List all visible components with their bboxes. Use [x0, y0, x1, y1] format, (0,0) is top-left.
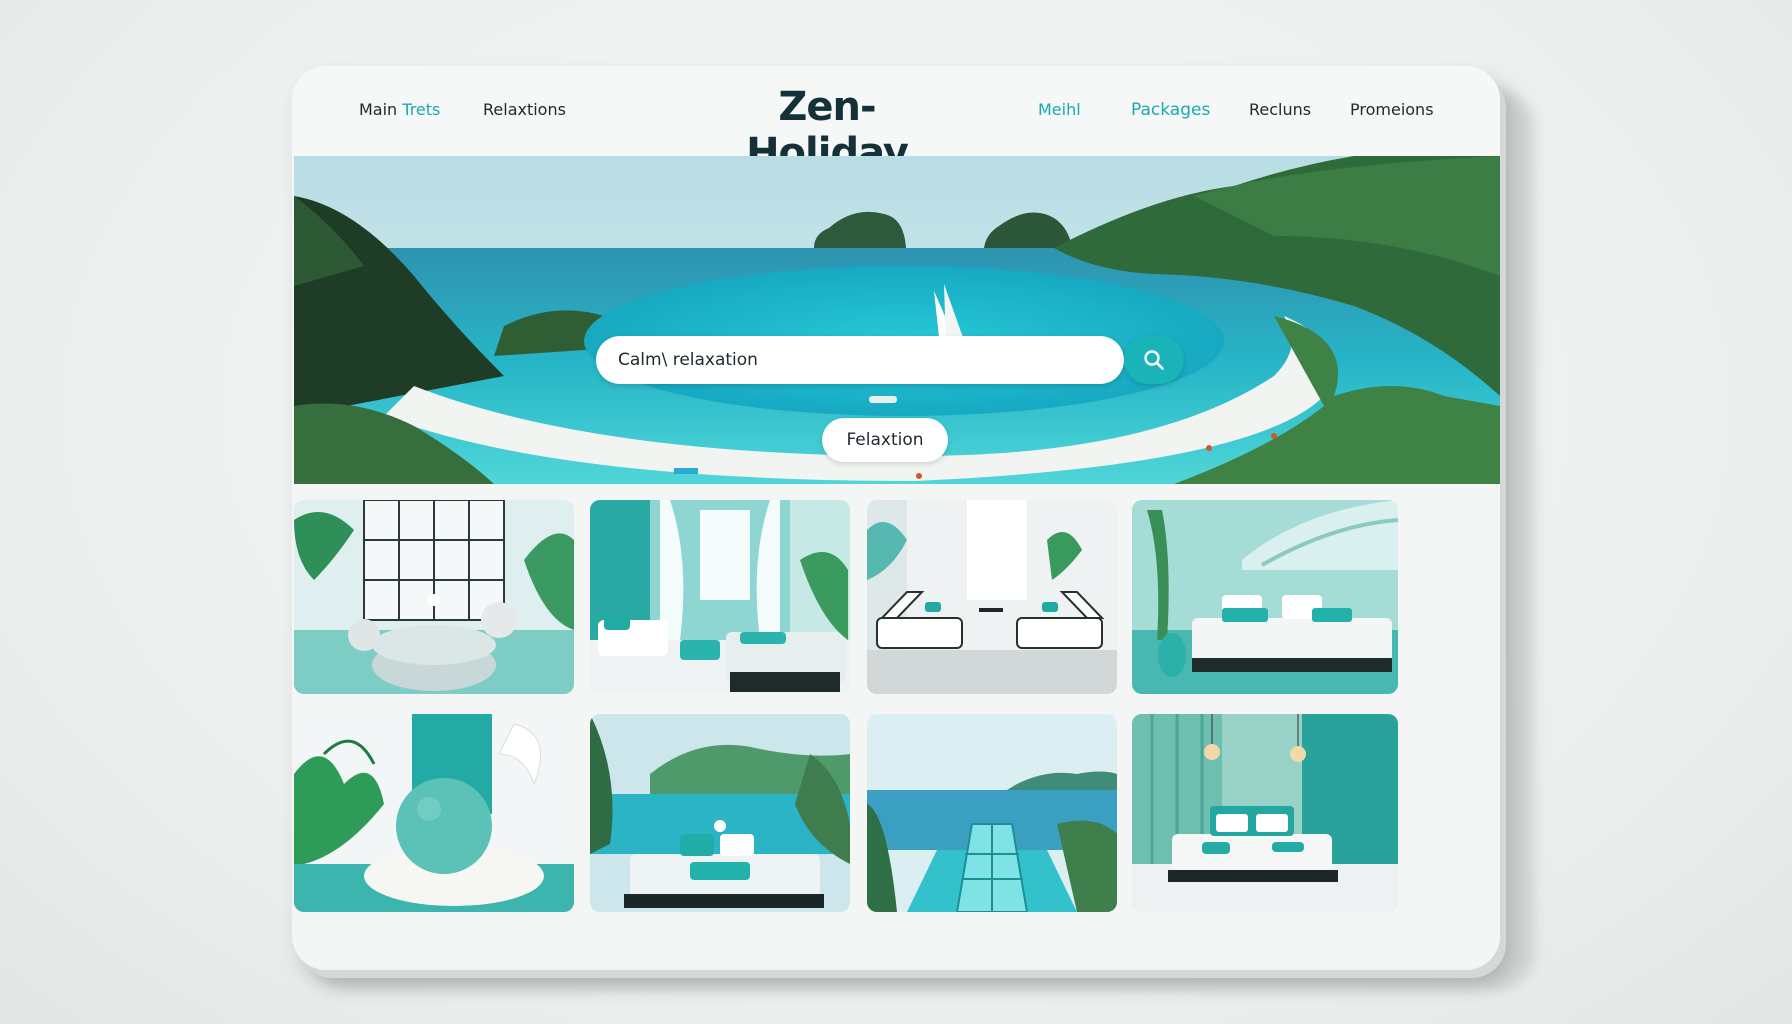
search-bar [596, 336, 1124, 384]
nav-main-treats-part2: Trets [402, 100, 441, 119]
hero-banner: Felaxtion [294, 156, 1500, 484]
tile-pendant-bedroom[interactable] [1132, 714, 1398, 912]
search-button[interactable] [1124, 336, 1184, 384]
white-loungers-image [867, 500, 1117, 694]
tile-stone-sphere[interactable] [294, 714, 574, 912]
nav-main-treats[interactable]: Main Trets [359, 100, 440, 119]
pendant-bedroom-image [1132, 714, 1398, 912]
tile-white-loungers[interactable] [867, 500, 1117, 694]
nav-packages[interactable]: Packages [1131, 100, 1210, 120]
relaxation-tag-chip[interactable]: Felaxtion [822, 418, 948, 462]
search-icon [1144, 350, 1164, 370]
tile-zen-lounge[interactable] [294, 500, 574, 694]
top-navbar: Main Trets Relaxtions Zen-Holiday Meihl … [292, 66, 1500, 176]
stone-sphere-image [294, 714, 574, 912]
sea-view-bed-image [590, 714, 850, 912]
curtain-lounge-image [590, 500, 850, 694]
tile-sea-view-bed[interactable] [590, 714, 850, 912]
tile-curtain-lounge[interactable] [590, 500, 850, 694]
tile-infinity-pool[interactable] [867, 714, 1117, 912]
infinity-pool-image [867, 714, 1117, 912]
search-input[interactable] [618, 348, 1098, 372]
tile-teal-bedroom[interactable] [1132, 500, 1398, 694]
nav-recluns[interactable]: Recluns [1249, 100, 1311, 119]
device-frame: Main Trets Relaxtions Zen-Holiday Meihl … [292, 66, 1500, 970]
zen-lounge-image [294, 500, 574, 694]
nav-meihl[interactable]: Meihl [1038, 100, 1081, 119]
nav-promeions[interactable]: Promeions [1350, 100, 1434, 119]
teal-bedroom-image [1132, 500, 1398, 694]
nav-main-treats-part1: Main [359, 100, 403, 119]
nav-relaxtions[interactable]: Relaxtions [483, 100, 566, 119]
